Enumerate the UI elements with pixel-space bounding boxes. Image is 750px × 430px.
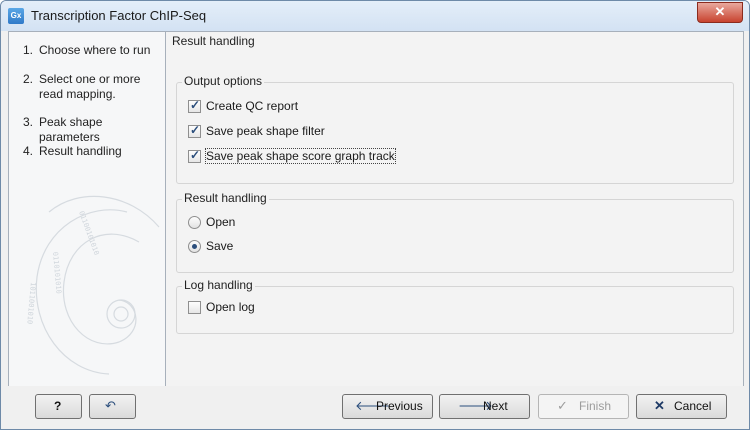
svg-text:01100101010: 01100101010 (77, 210, 100, 256)
radio-label: Open (206, 215, 236, 229)
next-button[interactable]: 🡒 Next (439, 394, 530, 419)
svg-text:0110101010: 0110101010 (51, 251, 63, 294)
finish-label: Finish (579, 399, 612, 413)
step-number: 3. (23, 115, 34, 129)
previous-button[interactable]: 🡐 Previous (342, 394, 433, 419)
window-title: Transcription Factor ChIP-Seq (31, 8, 207, 23)
wizard-steps-sidebar: 1. Choose where to run 2. Select one or … (9, 32, 166, 386)
close-icon: ✕ (714, 4, 726, 19)
check-icon: ✓ (190, 148, 201, 162)
close-button[interactable]: ✕ (697, 2, 743, 23)
cancel-x-icon: ✕ (654, 398, 665, 413)
dialog-footer: ? ↶ 🡐 Previous 🡒 Next ✓ Finish ✕ Cancel (1, 386, 749, 429)
output-options-group: Output options ✓ Create QC report ✓ Save… (176, 74, 734, 184)
decorative-swirl-graphic: 01100101010 0110101010 1011001010 (25, 195, 160, 375)
step-number: 1. (23, 43, 34, 57)
radio-label: Save (206, 239, 234, 253)
next-label: Next (483, 399, 508, 413)
checkbox-box[interactable]: ✓ (188, 123, 201, 138)
page-title: Result handling (172, 34, 255, 48)
step-label: Choose where to run (39, 43, 151, 57)
app-icon: Gx (8, 8, 24, 24)
help-button[interactable]: ? (35, 394, 82, 419)
checkbox-label: Save peak shape filter (206, 124, 325, 138)
log-handling-group: Log handling Open log (176, 278, 734, 334)
step-number: 4. (23, 144, 34, 158)
check-icon: ✓ (190, 98, 201, 112)
group-title: Result handling (182, 191, 269, 205)
checkbox-box[interactable]: ✓ (188, 148, 201, 163)
result-handling-group: Result handling Open Save (176, 191, 734, 273)
cancel-button[interactable]: ✕ Cancel (636, 394, 727, 419)
checkbox-box[interactable] (188, 301, 201, 314)
checkbox-label: Save peak shape score graph track (205, 148, 396, 164)
group-title: Log handling (182, 278, 255, 292)
help-icon: ? (54, 399, 62, 413)
checkbox-label: Open log (206, 300, 255, 314)
dialog-content: 1. Choose where to run 2. Select one or … (8, 31, 744, 387)
result-handling-panel: Result handling Output options ✓ Create … (166, 32, 743, 386)
previous-label: Previous (376, 399, 423, 413)
step-label: Result handling (39, 144, 122, 158)
dialog-window: Gx Transcription Factor ChIP-Seq ✕ 1. Ch… (0, 0, 750, 430)
radio-button[interactable] (188, 240, 201, 253)
cancel-label: Cancel (674, 399, 712, 413)
reset-icon: ↶ (105, 398, 116, 413)
radio-selected-dot (192, 244, 197, 249)
check-icon: ✓ (190, 123, 201, 137)
checkbox-box[interactable]: ✓ (188, 98, 201, 113)
step-label: Peak shape parameters (39, 115, 103, 144)
svg-text:1011001010: 1011001010 (25, 282, 37, 325)
title-bar[interactable]: Gx Transcription Factor ChIP-Seq ✕ (1, 1, 749, 31)
reset-button[interactable]: ↶ (89, 394, 136, 419)
radio-button[interactable] (188, 216, 201, 229)
checkbox-label: Create QC report (206, 99, 299, 113)
step-number: 2. (23, 72, 34, 86)
finish-button[interactable]: ✓ Finish (538, 394, 629, 419)
group-title: Output options (182, 74, 265, 88)
checkmark-icon: ✓ (557, 398, 568, 413)
step-label: Select one or more read mapping. (39, 72, 141, 101)
